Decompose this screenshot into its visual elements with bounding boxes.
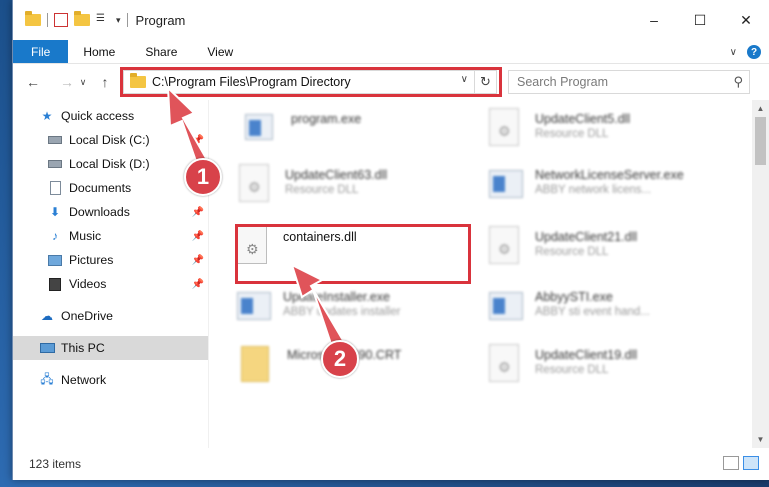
sidebar-item-label: Videos <box>69 277 107 291</box>
search-icon: ⚲ <box>733 74 743 89</box>
step-badge-1: 1 <box>184 158 222 196</box>
exe-icon <box>245 108 281 148</box>
downloads-icon: ⬇ <box>49 205 61 219</box>
close-button[interactable]: ✕ <box>723 0 769 40</box>
sidebar-item-music[interactable]: ♪ Music 📌 <box>13 224 208 248</box>
exe-icon <box>489 164 525 204</box>
sidebar-item-documents[interactable]: Documents <box>13 176 208 200</box>
sidebar-item-label: Quick access <box>61 109 135 123</box>
scroll-down-icon[interactable]: ▼ <box>752 431 769 448</box>
explorer-window: ☰ ▾ Program – ☐ ✕ File Home Share View ∨… <box>12 0 769 480</box>
exe-icon <box>237 286 273 326</box>
sidebar-item-label: Local Disk (C:) <box>69 133 150 147</box>
file-item[interactable]: UpdateClient63.dll Resource DLL <box>239 164 469 214</box>
sidebar-item-label: Documents <box>69 181 132 195</box>
pin-icon[interactable]: 📌 <box>192 231 204 242</box>
drive-icon <box>47 133 63 147</box>
recent-locations-button[interactable]: ∨ <box>77 77 89 88</box>
up-button[interactable]: ↑ <box>95 74 115 90</box>
status-bar: 123 items <box>13 448 769 480</box>
maximize-button[interactable]: ☐ <box>677 0 723 40</box>
drive-icon <box>47 157 63 171</box>
properties-icon[interactable] <box>54 13 68 27</box>
minimize-button[interactable]: – <box>631 0 677 40</box>
navigation-pane: ★ Quick access Local Disk (C:) 📌 Local D… <box>13 100 209 448</box>
dll-icon <box>239 164 275 204</box>
sidebar-item-label: OneDrive <box>61 309 113 323</box>
file-item[interactable]: UpdateInstaller.exe ABBY updates install… <box>237 286 467 336</box>
network-icon: 🖧 <box>40 371 54 386</box>
expand-ribbon-icon[interactable]: ∨ <box>730 47 737 58</box>
ribbon-right: ∨ ? <box>730 40 761 64</box>
title-bar: ☰ ▾ Program – ☐ ✕ <box>13 0 769 40</box>
dll-icon <box>489 108 525 148</box>
view-toggle <box>723 456 759 470</box>
search-placeholder: Search Program <box>517 75 609 89</box>
pin-icon[interactable]: 📌 <box>192 255 204 266</box>
new-folder-icon[interactable] <box>74 11 90 26</box>
help-icon[interactable]: ? <box>747 45 761 59</box>
details-view-icon[interactable] <box>723 456 739 470</box>
pin-icon[interactable]: 📌 <box>192 135 204 146</box>
dll-icon <box>489 344 525 384</box>
tab-file[interactable]: File <box>13 40 69 63</box>
vertical-scrollbar[interactable]: ▲ ▼ <box>752 100 769 448</box>
star-icon: ★ <box>41 109 53 123</box>
scroll-thumb[interactable] <box>755 117 766 165</box>
window-title: Program <box>135 12 186 28</box>
sidebar-item-onedrive[interactable]: ☁ OneDrive <box>13 304 208 328</box>
file-item[interactable]: NetworkLicenseServer.exe ABBY network li… <box>489 164 719 214</box>
separator <box>47 13 48 27</box>
step-badge-2: 2 <box>321 340 359 378</box>
tiles-view-icon[interactable] <box>743 456 759 470</box>
sidebar-item-quick-access[interactable]: ★ Quick access <box>13 104 208 128</box>
folder-icon <box>25 11 41 26</box>
chevron-down-icon[interactable]: ▾ <box>116 15 121 26</box>
tab-home[interactable]: Home <box>68 40 130 63</box>
sidebar-item-label: This PC <box>61 341 105 355</box>
customize-icon[interactable]: ☰ <box>96 13 110 27</box>
sidebar-item-label: Music <box>69 229 102 243</box>
file-highlight <box>235 224 471 284</box>
pin-icon[interactable]: 📌 <box>192 279 204 290</box>
sidebar-item-this-pc[interactable]: This PC <box>13 336 208 360</box>
documents-icon <box>47 181 63 195</box>
scroll-up-icon[interactable]: ▲ <box>752 100 769 117</box>
sidebar-item-local-disk-d[interactable]: Local Disk (D:) <box>13 152 208 176</box>
ribbon-tabs: File Home Share View ∨ ? <box>13 40 769 64</box>
forward-button[interactable]: → <box>57 74 77 90</box>
search-input[interactable]: Search Program ⚲ <box>508 70 750 94</box>
file-item[interactable]: UpdateClient5.dll Resource DLL <box>489 108 719 158</box>
quick-access-toolbar: ☰ ▾ <box>13 11 128 27</box>
sidebar-item-label: Local Disk (D:) <box>69 157 150 171</box>
cloud-icon: ☁ <box>41 309 53 323</box>
sidebar-item-videos[interactable]: Videos 📌 <box>13 272 208 296</box>
sidebar-item-label: Network <box>61 373 107 387</box>
file-item[interactable]: UpdateClient21.dll Resource DLL <box>489 226 719 276</box>
pin-icon[interactable]: 📌 <box>192 207 204 218</box>
file-item[interactable]: program.exe <box>245 108 475 158</box>
sidebar-item-local-disk-c[interactable]: Local Disk (C:) 📌 <box>13 128 208 152</box>
dll-icon <box>489 226 525 266</box>
tab-share[interactable]: Share <box>130 40 192 63</box>
computer-icon <box>39 341 55 355</box>
file-item[interactable]: UpdateClient19.dll Resource DLL <box>489 344 719 394</box>
item-count: 123 items <box>29 457 82 471</box>
tab-view[interactable]: View <box>192 40 248 63</box>
videos-icon <box>47 277 63 291</box>
pictures-icon <box>47 253 63 267</box>
sidebar-item-downloads[interactable]: ⬇ Downloads 📌 <box>13 200 208 224</box>
music-icon: ♪ <box>52 229 58 243</box>
window-controls: – ☐ ✕ <box>631 0 769 40</box>
sidebar-item-network[interactable]: 🖧 Network <box>13 368 208 392</box>
folder-icon <box>241 344 277 384</box>
file-item[interactable]: AbbyySTI.exe ABBY sti event hand... <box>489 286 719 336</box>
back-button[interactable]: ← <box>23 74 43 90</box>
exe-icon <box>489 286 525 326</box>
separator <box>126 13 128 27</box>
address-highlight <box>120 67 502 97</box>
sidebar-item-label: Pictures <box>69 253 114 267</box>
sidebar-item-pictures[interactable]: Pictures 📌 <box>13 248 208 272</box>
sidebar-item-label: Downloads <box>69 205 130 219</box>
